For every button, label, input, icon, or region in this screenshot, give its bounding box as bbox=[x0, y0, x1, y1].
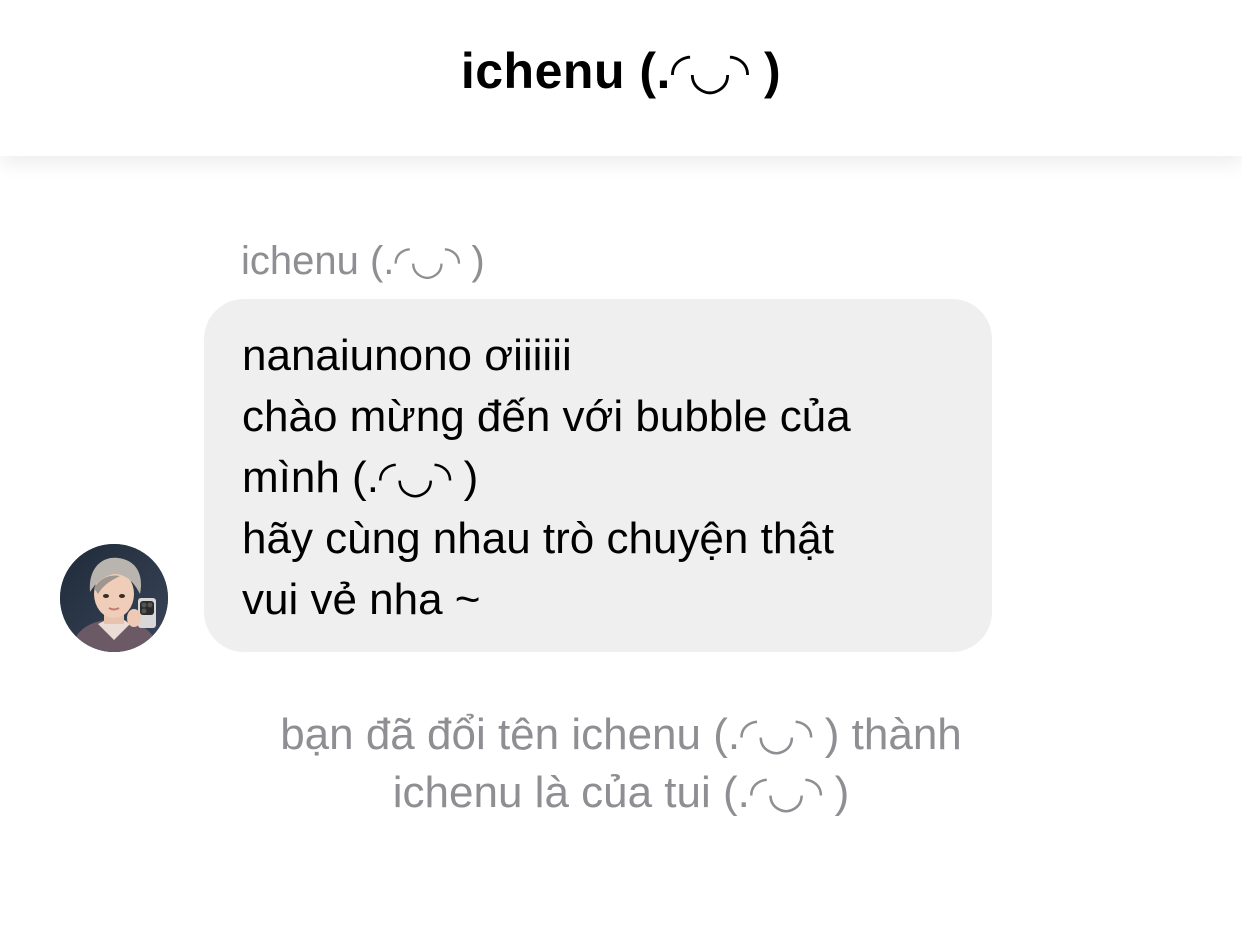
rename-system-notice: bạn đã đổi tên ichenu (.◜◡◝ ) thành iche… bbox=[0, 706, 1242, 822]
avatar[interactable] bbox=[60, 544, 168, 652]
message-line: vui vẻ nha ~ bbox=[242, 575, 481, 624]
system-notice-line: bạn đã đổi tên ichenu (.◜◡◝ ) thành bbox=[280, 710, 962, 759]
chat-header: ichenu (.◜◡◝ ) bbox=[0, 0, 1242, 156]
system-notice-line: ichenu là của tui (.◜◡◝ ) bbox=[392, 768, 850, 817]
message-line: hãy cùng nhau trò chuyện thật bbox=[242, 514, 834, 563]
message-bubble[interactable]: nanaiunono ơiiiiii chào mừng đến với bub… bbox=[204, 299, 992, 652]
profile-photo-icon bbox=[60, 544, 168, 652]
message-line: mình (.◜◡◝ ) bbox=[242, 453, 479, 502]
message-line: nanaiunono ơiiiiii bbox=[242, 331, 572, 380]
chat-title: ichenu (.◜◡◝ ) bbox=[460, 43, 782, 99]
message-line: chào mừng đến với bubble của bbox=[242, 392, 851, 441]
message-sender-name: ichenu (.◜◡◝ ) bbox=[241, 239, 485, 283]
